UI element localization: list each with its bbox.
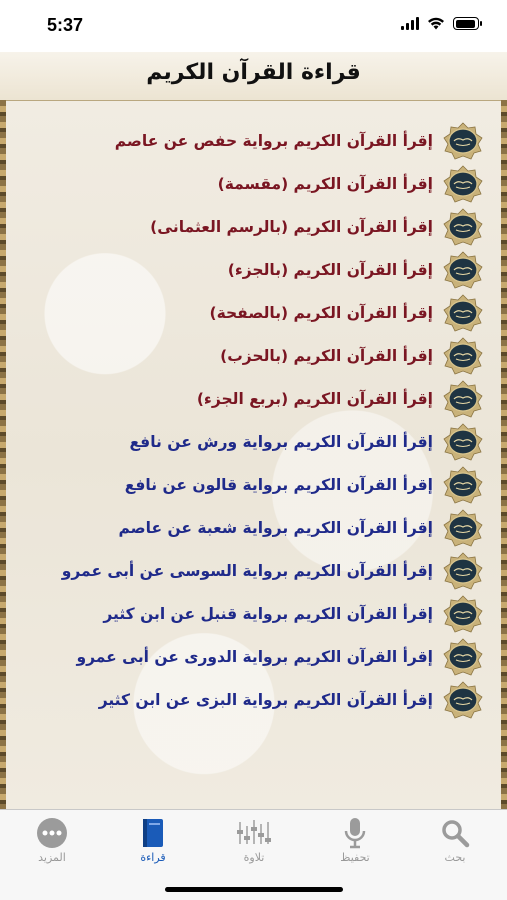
mushaf-emblem-icon [441, 379, 485, 418]
mushaf-emblem-icon [441, 508, 485, 547]
mushaf-emblem-icon [441, 207, 485, 246]
mushaf-emblem-icon [441, 594, 485, 633]
menu-item-label: إقرأ القرآن الكريم برواية ورش عن نافع [129, 432, 433, 451]
menu-item-label: إقرأ القرآن الكريم برواية قنبل عن ابن كث… [103, 604, 433, 623]
menu-item-label: إقرأ القرآن الكريم (بالرسم العثمانى) [150, 217, 433, 236]
mushaf-emblem-icon [441, 680, 485, 719]
menu-item-label: إقرأ القرآن الكريم (بالحزب) [220, 346, 433, 365]
menu-item[interactable]: إقرأ القرآن الكريم برواية شعبة عن عاصم [6, 506, 501, 549]
navigation-bar: قراءة القرآن الكريم [0, 52, 507, 101]
menu-item-label: إقرأ القرآن الكريم برواية قالون عن نافع [124, 475, 433, 494]
tab-recitation[interactable]: تلاوة [214, 816, 294, 864]
more-icon [37, 818, 67, 848]
status-time: 5:37 [47, 15, 84, 35]
menu-item[interactable]: إقرأ القرآن الكريم برواية الدورى عن أبى … [6, 635, 501, 678]
tab-label: قراءة [140, 851, 166, 864]
page-title: قراءة القرآن الكريم [146, 60, 361, 85]
menu-item[interactable]: إقرأ القرآن الكريم برواية حفص عن عاصم [6, 119, 501, 162]
microphone-icon [344, 818, 366, 849]
mushaf-emblem-icon [441, 551, 485, 590]
search-icon [442, 820, 470, 848]
tab-bar: بحث تحفيظ تلاوة قراءة المزيد [0, 809, 507, 900]
menu-item-label: إقرأ القرآن الكريم برواية حفص عن عاصم [114, 131, 433, 150]
menu-item[interactable]: إقرأ القرآن الكريم برواية قالون عن نافع [6, 463, 501, 506]
menu-item[interactable]: إقرأ القرآن الكريم (بالجزء) [6, 248, 501, 291]
book-icon [143, 819, 163, 847]
menu-item[interactable]: إقرأ القرآن الكريم (بربع الجزء) [6, 377, 501, 420]
tab-label: المزيد [38, 851, 66, 864]
menu-item[interactable]: إقرأ القرآن الكريم (بالصفحة) [6, 291, 501, 334]
mushaf-emblem-icon [441, 121, 485, 160]
menu-item[interactable]: إقرأ القرآن الكريم برواية البزى عن ابن ك… [6, 678, 501, 721]
mushaf-emblem-icon [441, 637, 485, 676]
tab-label: تلاوة [243, 851, 265, 864]
wifi-icon [428, 17, 444, 30]
content-area: إقرأ القرآن الكريم برواية حفص عن عاصم إق… [6, 101, 501, 810]
equalizer-icon [237, 820, 271, 844]
menu-item[interactable]: إقرأ القرآن الكريم (بالرسم العثمانى) [6, 205, 501, 248]
status-bar: 5:37 [0, 0, 507, 52]
mushaf-emblem-icon [441, 465, 485, 504]
cellular-signal-icon [401, 17, 419, 30]
menu-item-label: إقرأ القرآن الكريم (بالصفحة) [209, 303, 433, 322]
ornate-frame-right [501, 100, 507, 810]
menu-item[interactable]: إقرأ القرآن الكريم (بالحزب) [6, 334, 501, 377]
menu-item-label: إقرأ القرآن الكريم برواية شعبة عن عاصم [118, 518, 433, 537]
mushaf-emblem-icon [441, 250, 485, 289]
tab-memorize[interactable]: تحفيظ [315, 816, 395, 864]
menu-item-label: إقرأ القرآن الكريم برواية الدورى عن أبى … [76, 647, 433, 666]
menu-item-label: إقرأ القرآن الكريم برواية البزى عن ابن ك… [98, 690, 433, 709]
menu-item[interactable]: إقرأ القرآن الكريم برواية السوسى عن أبى … [6, 549, 501, 592]
mushaf-emblem-icon [441, 422, 485, 461]
menu-item[interactable]: إقرأ القرآن الكريم (مقسمة) [6, 162, 501, 205]
status-icons [401, 17, 482, 30]
tab-reading[interactable]: قراءة [113, 816, 193, 864]
mushaf-emblem-icon [441, 293, 485, 332]
tab-label: بحث [444, 851, 466, 864]
mushaf-emblem-icon [441, 336, 485, 375]
mushaf-emblem-icon [441, 164, 485, 203]
tab-search[interactable]: بحث [415, 816, 495, 864]
battery-icon [453, 17, 482, 30]
menu-item[interactable]: إقرأ القرآن الكريم برواية ورش عن نافع [6, 420, 501, 463]
tab-more[interactable]: المزيد [12, 816, 92, 864]
menu-item[interactable]: إقرأ القرآن الكريم برواية قنبل عن ابن كث… [6, 592, 501, 635]
home-indicator [165, 887, 343, 892]
menu-item-label: إقرأ القرآن الكريم (مقسمة) [217, 174, 433, 193]
menu-item-label: إقرأ القرآن الكريم (بربع الجزء) [196, 389, 433, 408]
menu-item-label: إقرأ القرآن الكريم (بالجزء) [227, 260, 433, 279]
tab-label: تحفيظ [340, 851, 370, 864]
reading-options-list: إقرأ القرآن الكريم برواية حفص عن عاصم إق… [6, 119, 501, 721]
menu-item-label: إقرأ القرآن الكريم برواية السوسى عن أبى … [61, 561, 433, 580]
